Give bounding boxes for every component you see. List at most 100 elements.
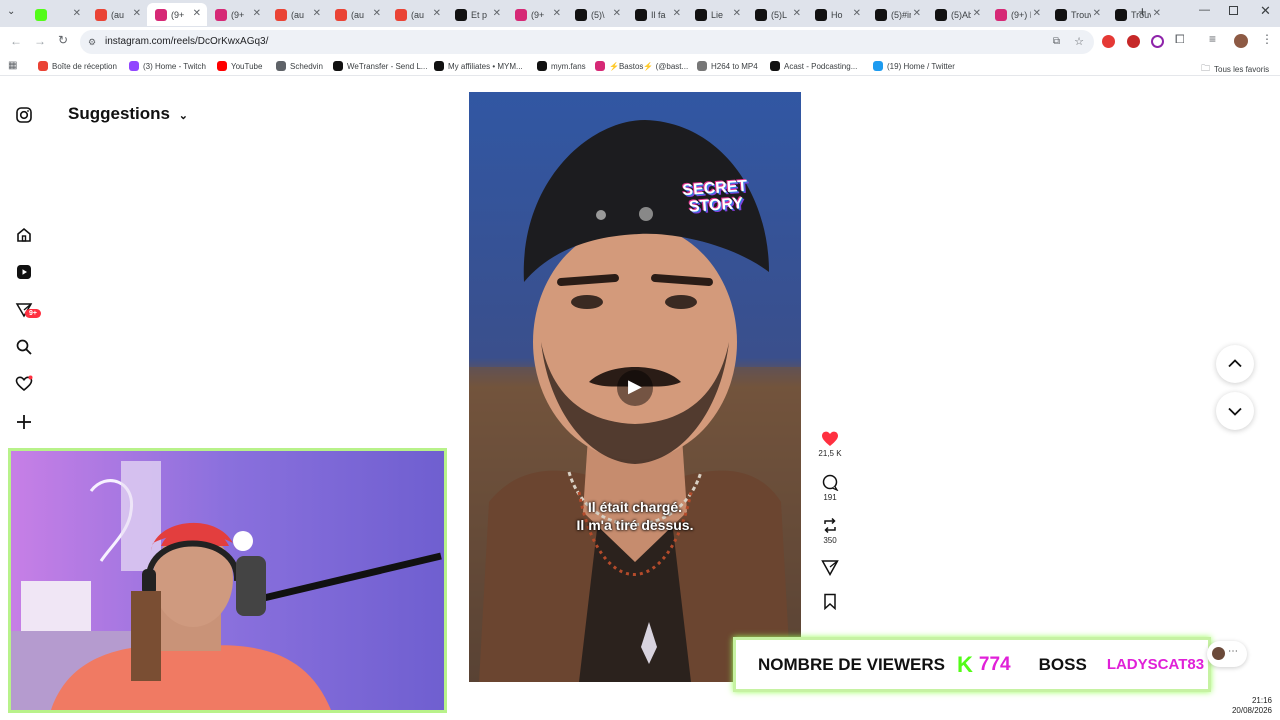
all-bookmarks-folder[interactable]: 🗀 Tous les favoris [1201,61,1269,77]
tab-close-icon[interactable]: ✕ [673,8,681,19]
browser-tab[interactable]: (9+ ✕ [507,3,567,26]
comment-button[interactable]: 191 [818,474,842,502]
extensions-puzzle-icon[interactable]: ⧠ [1175,32,1185,47]
taskbar-clock[interactable]: 21:16 20/08/2026 [1232,696,1272,716]
media-controls-icon[interactable]: ≡ [1209,32,1216,46]
browser-toolbar: ← → ↻ ⚙ instagram.com/reels/DcOrKwxAGq3/… [0,27,1280,57]
tab-close-icon[interactable]: ✕ [1033,8,1041,19]
tab-label: (9+ [171,9,185,20]
blocker-extension-icon[interactable] [1151,35,1164,48]
reels-icon[interactable] [15,263,33,281]
instagram-logo-icon[interactable] [15,106,33,124]
browser-tab[interactable]: Trouve✕ [1047,3,1107,26]
share-button[interactable] [818,559,842,578]
play-button[interactable]: ▶ [617,370,653,406]
tab-close-icon[interactable]: ✕ [253,8,261,19]
bookmark-item[interactable]: WeTransfer - Send L... [333,61,427,71]
browser-tab[interactable]: Ho ✕ [807,3,867,26]
bookmarks-bar: ▦ Boîte de réception (3) Home - Twitch You… [0,57,1280,76]
clock-date: 20/08/2026 [1231,706,1272,715]
bookmark-item[interactable]: H264 to MP4 [697,61,758,71]
browser-tab[interactable]: (au ✕ [87,3,147,26]
tab-close-icon[interactable]: ✕ [133,8,141,19]
tab-close-icon[interactable]: ✕ [433,8,441,19]
reel-video[interactable]: SECRET STORY ▶ Il était chargé. Il m'a t… [469,92,801,682]
save-button[interactable] [818,593,842,612]
tab-close-icon[interactable]: ✕ [1093,8,1101,19]
close-window-button[interactable]: ✕ [1260,3,1271,19]
bookmark-item[interactable]: YouTube [217,61,262,71]
previous-reel-button[interactable] [1216,345,1254,383]
chat-bubble-button[interactable]: ⋯ [1207,641,1247,667]
browser-tab[interactable]: Et p ✕ [447,3,507,26]
bookmark-item[interactable]: Acast - Podcasting... [770,61,857,71]
search-icon[interactable] [15,338,33,356]
tab-close-icon[interactable]: ✕ [73,8,81,19]
bookmark-item[interactable]: (19) Home / Twitter [873,61,955,71]
bookmark-label: Boîte de réception [52,61,117,71]
bookmark-item[interactable]: Schedvin [276,61,323,71]
back-icon[interactable]: ← [10,34,22,48]
tab-close-icon[interactable]: ✕ [373,8,381,19]
repost-button[interactable]: 350 [818,517,842,545]
create-plus-icon[interactable] [15,413,33,431]
adblock-extension-icon[interactable] [1102,35,1115,48]
like-button[interactable]: 21,5 K [818,430,842,458]
tab-close-icon[interactable]: ✕ [733,8,741,19]
browser-tab[interactable]: (5)Abor✕ [927,3,987,26]
bookmark-item[interactable]: ⚡Bastos⚡ (@bast... [595,61,688,71]
extension-red-icon[interactable] [1127,35,1140,48]
minimize-button[interactable]: — [1199,4,1210,16]
browser-tab[interactable]: (au ✕ [387,3,447,26]
bookmark-item[interactable]: Boîte de réception [38,61,117,71]
instagram-icon [995,8,1007,21]
restore-button[interactable] [1229,6,1238,15]
bookmark-item[interactable]: mym.fans [537,61,586,71]
apps-grid-icon[interactable]: ▦ [8,60,17,71]
bookmark-item[interactable]: (3) Home - Twitch [129,61,206,71]
home-icon[interactable] [15,226,33,244]
browser-menu-icon[interactable]: ⋮ [1261,32,1273,46]
browser-tab[interactable]: Trouve✕ [1107,3,1167,26]
subtitle-line-1: Il était chargé. [587,499,683,515]
twitter-icon [873,61,883,71]
profile-avatar[interactable] [1234,34,1248,48]
browser-tab[interactable]: Il fa ✕ [627,3,687,26]
browser-tab[interactable]: (5)#infi✕ [867,3,927,26]
tab-close-icon[interactable]: ✕ [613,8,621,19]
heart-notifications-icon[interactable] [15,375,33,393]
viewers-label: NOMBRE DE VIEWERS [758,654,946,674]
site-info-icon[interactable]: ⚙ [88,30,96,54]
browser-tab[interactable]: Lie ✕ [687,3,747,26]
tab-close-icon[interactable]: ✕ [853,8,861,19]
install-app-icon[interactable]: ⧉ [1053,30,1060,54]
new-tab-button[interactable]: + [1138,4,1147,21]
tab-close-icon[interactable]: ✕ [313,8,321,19]
browser-tab[interactable]: (au ✕ [327,3,387,26]
browser-tab[interactable]: (5)L ✕ [747,3,807,26]
bookmark-label: WeTransfer - Send L... [347,61,428,71]
browser-tab[interactable]: ✕ [27,3,87,26]
tab-close-icon[interactable]: ✕ [553,8,561,19]
tab-close-icon[interactable]: ✕ [493,8,501,19]
next-reel-button[interactable] [1216,392,1254,430]
address-bar[interactable]: ⚙ instagram.com/reels/DcOrKwxAGq3/ ⧉ ☆ [80,30,1094,54]
forward-icon[interactable]: → [34,34,46,48]
tab-search-icon[interactable]: ⌄ [7,6,15,17]
tab-close-icon[interactable]: ✕ [793,8,801,19]
tab-close-icon[interactable]: ✕ [973,8,981,19]
reload-icon[interactable]: ↻ [58,33,68,47]
bookmark-item[interactable]: My affiliates • MYM... [434,61,523,71]
browser-tab[interactable]: (9+) Ins✕ [987,3,1047,26]
browser-tab[interactable]: (9+ ✕ [207,3,267,26]
tab-close-icon[interactable]: ✕ [913,8,921,19]
browser-tab[interactable]: (5)\ ✕ [567,3,627,26]
browser-tab[interactable]: (au ✕ [267,3,327,26]
tab-close-icon[interactable]: ✕ [1153,8,1161,19]
tab-close-icon[interactable]: ✕ [193,8,201,19]
browser-tab[interactable]: (9+ ✕ [147,3,207,26]
bookmark-star-icon[interactable]: ☆ [1074,30,1084,54]
tiktok-icon [635,8,647,21]
suggestions-dropdown[interactable]: Suggestions ⌄ [68,104,188,124]
boss-label: BOSS [1038,654,1087,674]
